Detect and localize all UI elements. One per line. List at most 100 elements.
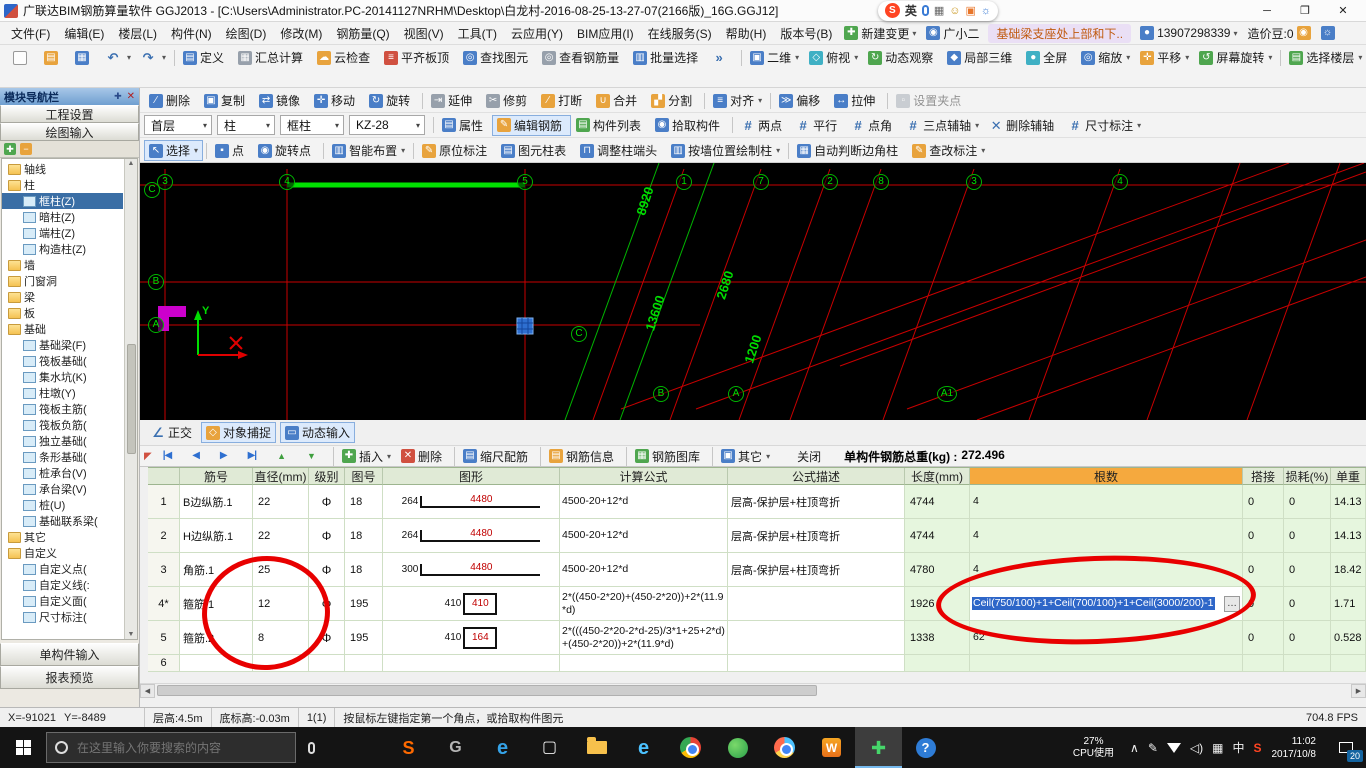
tree-item-frame-column[interactable]: 框柱(Z) [2,193,123,209]
parallel-axis-button[interactable]: # 平行 [791,115,846,136]
tree-item-hidden-column[interactable]: 暗柱(Z) [2,209,123,225]
edit-rebar-button[interactable]: ✎ 编辑钢筋 [492,114,572,136]
taskbar-explorer[interactable] [573,727,620,768]
grade-cell[interactable]: Φ [309,553,345,587]
mirror-button[interactable]: ⇄ 镜像 [254,90,309,111]
unit-weight-cell[interactable]: 0.528 [1331,621,1366,655]
object-snap-toggle[interactable]: ◇ 对象捕捉 [201,422,277,443]
formula-desc-cell[interactable] [728,587,905,621]
formula-desc-cell[interactable]: 层高-保护层+柱顶弯折 [728,519,905,553]
column-header[interactable]: 图号 [345,468,383,485]
horizontal-scrollbar[interactable]: ◀ ▶ [140,683,1366,698]
collapse-all-button[interactable]: − [20,143,32,155]
split-button[interactable]: ▞ 分割 [646,90,701,111]
point-draw-button[interactable]: ▪ 点 [210,140,253,161]
taskbar-sogou-browser[interactable]: S [385,727,432,768]
taskbar-search[interactable] [46,732,296,763]
tree-item-wall[interactable]: 墙 [2,257,123,273]
column-header[interactable]: 筋号 [180,468,253,485]
cloud-check-button[interactable]: ☁ 云检查 [312,47,379,68]
column-header[interactable]: 根数 [970,468,1243,485]
cell-more-button[interactable]: … [1224,595,1240,612]
taskbar-chrome[interactable] [667,727,714,768]
selected-column-element[interactable] [516,317,534,335]
table-row[interactable]: 6 [148,655,1366,672]
menu-tools[interactable]: 工具(T) [451,23,504,44]
delete-row-button[interactable]: ✕ 删除 [396,447,451,466]
column-header[interactable]: 级别 [309,468,345,485]
grade-cell[interactable] [309,655,345,672]
align-slab-top-button[interactable]: ≡ 平齐板顶 [379,47,458,68]
close-icon[interactable]: ✕ [127,91,135,102]
diameter-cell[interactable]: 12 [253,587,309,621]
action-center-button[interactable]: 20 [1326,727,1366,768]
calc-formula-cell[interactable]: 2*((450-2*20)+(450-2*20))+2*(11.9*d) [560,587,728,621]
tree-item-independent-foundation[interactable]: 独立基础( [2,433,123,449]
formula-desc-cell[interactable] [728,655,905,672]
taskbar-ie[interactable]: e [620,727,667,768]
align-button[interactable]: ≡ 对齐 ▾ [708,90,767,111]
row-number-cell[interactable]: 3 [148,553,180,587]
skin-icon[interactable]: ▣ [966,4,976,17]
scroll-right-button[interactable]: ▶ [1351,684,1366,698]
toolbar-item[interactable] [433,117,434,133]
tree-item-foundation-tie-beam[interactable]: 基础联系梁( [2,513,123,529]
menu-draw[interactable]: 绘图(D) [219,23,274,44]
count-cell[interactable]: … [970,655,1243,672]
tree-item-axis[interactable]: 轴线 [2,161,123,177]
menu-cloud[interactable]: 云应用(Y) [504,23,570,44]
lap-cell[interactable]: 0 [1243,587,1284,621]
taskbar-wps[interactable]: W [808,727,855,768]
floor-combobox[interactable]: 首层 ▾ [144,115,212,135]
minimize-button[interactable]: ─ [1248,0,1286,22]
two-point-axis-button[interactable]: # 两点 [736,115,791,136]
tree-item-raft-main-rebar[interactable]: 筏板主筋( [2,401,123,417]
count-value[interactable]: 4 [972,495,980,508]
loss-cell[interactable]: 0 [1284,519,1331,553]
keyboard-icon[interactable]: ▦ [934,4,944,17]
calc-formula-cell[interactable]: 4500-20+12*d [560,519,728,553]
batch-select-button[interactable]: ▥ 批量选择 [628,47,707,68]
count-cell[interactable]: 4 … [970,485,1243,519]
calc-formula-cell[interactable]: 4500-20+12*d [560,553,728,587]
menu-view[interactable]: 视图(V) [397,23,451,44]
scroll-left-button[interactable]: ◀ [140,684,155,698]
loss-cell[interactable]: 0 [1284,621,1331,655]
insert-button[interactable]: ✚ 插入 ▾ [337,447,396,466]
expand-all-button[interactable]: ✚ [4,143,16,155]
row-number-cell[interactable]: 4* [148,587,180,621]
taskbar-store[interactable]: ▢ [526,727,573,768]
redo-button[interactable]: ↷ ▾ [136,47,171,68]
rebar-name-cell[interactable]: 箍筋.1 [180,587,253,621]
select-floor-button[interactable]: ▤ 选择楼层 ▾ [1284,47,1366,68]
rebar-name-cell[interactable]: 角筋.1 [180,553,253,587]
row-down-button[interactable]: ▼ [300,447,330,466]
notice-ticker[interactable]: 基础梁支座处上部和下.. [988,23,1132,43]
element-column-table-button[interactable]: ▤ 图元柱表 [496,140,575,161]
scroll-down-icon[interactable]: ▼ [128,631,135,638]
toolbar-item[interactable] [704,92,706,109]
formula-desc-cell[interactable]: 层高-保护层+柱顶弯折 [728,553,905,587]
figure-number-cell[interactable] [345,655,383,672]
dimension-button[interactable]: # 尺寸标注 ▾ [1063,115,1146,136]
close-table-button[interactable]: 关闭 [775,447,830,466]
nav-next-button[interactable]: ▶ [213,447,241,466]
table-row[interactable]: 4* 箍筋.1 12 Φ 195 410 410 2*((450-2*20)+(… [148,587,1366,621]
column-header[interactable]: 搭接 [1243,468,1284,485]
toolbar-overflow-button[interactable]: » [707,47,738,68]
figure-number-cell[interactable]: 195 [345,587,383,621]
length-cell[interactable]: 1926 [905,587,970,621]
table-row[interactable]: 1 B边纵筋.1 22 Φ 18 264 4480 4500-20+12*d 层… [148,485,1366,519]
tree-item-door-window[interactable]: 门窗洞 [2,273,123,289]
taskbar-ggj-app[interactable]: ✚ [855,727,902,768]
table-toolbar-item[interactable] [540,446,542,466]
diameter-cell[interactable]: 22 [253,485,309,519]
tree-item-pile-cap-beam[interactable]: 承台梁(V) [2,481,123,497]
extend-button[interactable]: ⇥ 延伸 [426,90,481,111]
scrollbar-thumb[interactable] [157,685,817,696]
toolbar-item[interactable] [323,142,325,159]
project-settings-button[interactable]: 工程设置 [0,105,139,123]
unit-weight-cell[interactable]: 14.13 [1331,519,1366,553]
nav-last-button[interactable]: ▶| [241,447,271,466]
drawing-canvas[interactable]: 3 4 5 1 7 2 8 3 4 C B A C B A A1 8920 26… [140,163,1366,420]
